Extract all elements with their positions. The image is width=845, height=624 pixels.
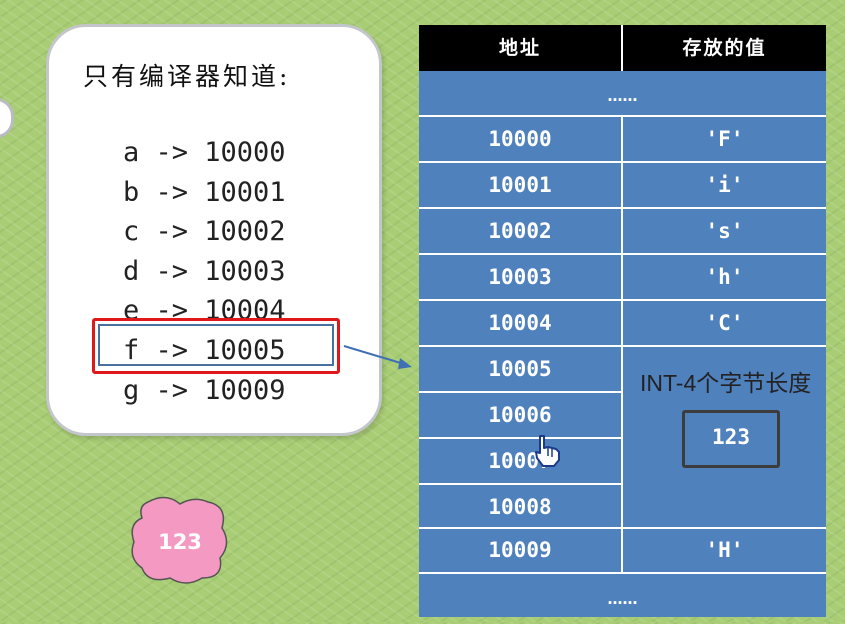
mapping-line-d: d -> 10003 [123, 255, 286, 287]
table-row-value: 'h' [705, 265, 744, 289]
table-row-address: 10006 [488, 403, 552, 427]
memory-table: 地址 存放的值 …… 10000 'F' 10001 'i' 10002 's'… [419, 25, 826, 617]
blob-value: 123 [158, 530, 202, 554]
table-row-address: 10009 [488, 538, 552, 562]
table-row-address: 10007 [488, 449, 552, 473]
table-row-address: 10003 [488, 265, 552, 289]
table-row-address: 10008 [488, 495, 552, 519]
table-row-value: 's' [705, 219, 744, 243]
table-row-value: 'C' [705, 311, 744, 335]
header-address: 地址 [498, 37, 541, 59]
table-row-address: 10000 [488, 127, 552, 151]
mapping-line-b: b -> 10001 [123, 176, 286, 208]
table-row-value: 'H' [705, 538, 744, 562]
int-size-note: INT-4个字节长度 [640, 370, 812, 396]
table-row-address: 10001 [488, 173, 552, 197]
mapping-line-c: c -> 10002 [123, 216, 286, 248]
pointer-arrow-icon [343, 345, 412, 369]
int-value-box: 123 [682, 410, 780, 468]
ellipsis-top: …… [607, 87, 638, 105]
table-header: 地址 存放的值 [419, 25, 826, 71]
callout-title: 只有编译器知道: [83, 62, 291, 91]
compiler-callout: 只有编译器知道: a -> 10000 b -> 10001 c -> 1000… [46, 24, 382, 436]
table-row-address: 10004 [488, 311, 552, 335]
ellipsis-bottom: …… [607, 590, 638, 608]
table-row-value: 'F' [705, 127, 744, 151]
highlight-blue-inner-box [98, 324, 334, 366]
table-row-address: 10005 [488, 357, 552, 381]
left-edge-shape [0, 98, 14, 138]
table-row-address: 10002 [488, 219, 552, 243]
hand-cursor-icon [535, 435, 560, 467]
table-row-value: 'i' [705, 173, 744, 197]
mapping-line-a: a -> 10000 [123, 137, 286, 168]
header-value: 存放的值 [682, 37, 767, 59]
mapping-line-g: g -> 10009 [123, 374, 286, 406]
